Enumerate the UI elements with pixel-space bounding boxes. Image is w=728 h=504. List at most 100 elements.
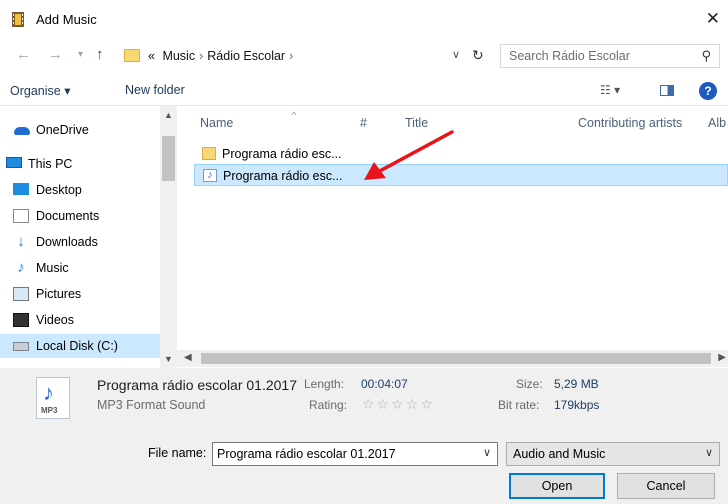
scroll-left-icon[interactable]: ◀ xyxy=(184,352,192,363)
nav-item-label: Music xyxy=(36,261,69,275)
address-bar[interactable]: « Music › Rádio Escolar › ∨ ↻ xyxy=(121,44,493,68)
pc-icon xyxy=(6,157,22,168)
column-header-artists[interactable]: Contributing artists xyxy=(578,116,682,130)
file-type-select[interactable]: Audio and Music ∨ xyxy=(506,442,720,466)
title-bar: Add Music ✕ xyxy=(0,0,728,38)
breadcrumb[interactable]: « Music › Rádio Escolar › xyxy=(148,49,297,63)
pictures-icon xyxy=(13,287,29,301)
new-folder-button[interactable]: New folder xyxy=(125,83,185,97)
file-name-value[interactable]: Programa rádio escolar 01.2017 xyxy=(217,447,396,461)
breadcrumb-music[interactable]: Music xyxy=(162,49,195,63)
recent-locations-icon[interactable]: ▾ xyxy=(78,49,83,60)
audio-file-icon: ♪ xyxy=(203,169,217,182)
view-options-icon[interactable]: ☷ ▾ xyxy=(600,83,620,97)
dialog-footer: File name: Programa rádio escolar 01.201… xyxy=(0,430,728,504)
nav-item-label: Desktop xyxy=(36,183,82,197)
help-icon[interactable]: ? xyxy=(699,82,717,100)
search-icon[interactable]: ⚲ xyxy=(701,48,711,64)
breadcrumb-overflow[interactable]: « xyxy=(148,49,155,63)
size-label: Size: xyxy=(516,377,543,391)
nav-item-onedrive[interactable]: OneDrive xyxy=(0,118,160,142)
nav-item-label: Local Disk (C:) xyxy=(36,339,118,353)
disk-icon xyxy=(13,342,29,351)
nav-item-videos[interactable]: Videos xyxy=(0,308,160,332)
add-music-dialog: Add Music ✕ ← → ▾ ↑ « Music › Rádio Escola… xyxy=(0,0,728,504)
file-name: Programa rádio esc... xyxy=(223,169,343,183)
nav-item-label: Documents xyxy=(36,209,100,223)
music-note-icon: ♪ xyxy=(43,380,54,405)
onedrive-icon xyxy=(14,127,30,135)
file-type-value: Audio and Music xyxy=(513,447,606,461)
file-name: Programa rádio esc... xyxy=(222,147,342,161)
scroll-thumb[interactable] xyxy=(162,136,175,181)
back-icon[interactable]: ← xyxy=(16,46,31,63)
nav-item-label: OneDrive xyxy=(36,123,89,137)
chevron-right-icon: › xyxy=(199,49,204,63)
file-name-field[interactable]: Programa rádio escolar 01.2017 ∨ xyxy=(212,442,498,466)
nav-item-label: This PC xyxy=(28,157,73,171)
mp3-tag: MP3 xyxy=(41,406,58,415)
bitrate-value: 179kbps xyxy=(554,398,600,412)
length-value: 00:04:07 xyxy=(361,377,408,391)
close-icon[interactable]: ✕ xyxy=(706,9,720,29)
rating-label: Rating: xyxy=(309,398,348,412)
search-input[interactable]: Search Rádio Escolar ⚲ xyxy=(500,44,720,68)
cancel-button[interactable]: Cancel xyxy=(617,473,715,499)
annotation-arrow xyxy=(364,130,454,180)
details-pane: ♪ MP3 Programa rádio escolar 01.2017 MP3… xyxy=(0,368,728,430)
horizontal-scrollbar[interactable]: ◀ ▶ xyxy=(177,350,728,367)
file-row-folder[interactable]: Programa rádio esc... xyxy=(194,143,728,165)
scroll-down-icon[interactable]: ▼ xyxy=(164,354,173,364)
refresh-icon[interactable]: ↻ xyxy=(472,47,484,64)
chevron-down-icon[interactable]: ∨ xyxy=(452,48,460,61)
navigation-pane: OneDrive This PC Desktop Documents ↓ Dow… xyxy=(0,106,160,368)
nav-item-pictures[interactable]: Pictures xyxy=(0,282,160,306)
column-header-album[interactable]: Alb xyxy=(708,116,726,130)
folder-icon xyxy=(124,49,140,62)
nav-item-this-pc[interactable]: This PC xyxy=(0,152,160,176)
organise-button[interactable]: Organise ▾ xyxy=(10,83,70,98)
nav-item-downloads[interactable]: ↓ Downloads xyxy=(0,230,160,254)
scroll-right-icon[interactable]: ▶ xyxy=(718,352,726,363)
bitrate-label: Bit rate: xyxy=(498,398,540,412)
breadcrumb-radio-escolar[interactable]: Rádio Escolar xyxy=(207,49,285,63)
chevron-down-icon[interactable]: ∨ xyxy=(705,446,713,459)
size-value: 5,29 MB xyxy=(554,377,599,391)
details-file-name: Programa rádio escolar 01.2017 xyxy=(97,377,298,393)
nav-item-desktop[interactable]: Desktop xyxy=(0,178,160,202)
videos-icon xyxy=(13,313,29,327)
film-icon xyxy=(12,12,24,27)
file-name-label: File name: xyxy=(148,446,207,460)
rating-stars[interactable]: ☆☆☆☆☆ xyxy=(362,396,435,413)
nav-item-label: Videos xyxy=(36,313,74,327)
nav-scrollbar[interactable]: ▲ ▼ xyxy=(160,106,177,368)
scroll-up-icon[interactable]: ▲ xyxy=(164,110,173,120)
mp3-file-icon: ♪ MP3 xyxy=(36,377,70,419)
downloads-icon: ↓ xyxy=(17,233,25,250)
window-title: Add Music xyxy=(36,12,97,27)
scroll-thumb[interactable] xyxy=(201,353,711,364)
forward-icon[interactable]: → xyxy=(48,46,63,63)
chevron-down-icon[interactable]: ∨ xyxy=(483,446,491,459)
folder-icon xyxy=(202,147,216,160)
search-placeholder: Search Rádio Escolar xyxy=(509,49,630,63)
chevron-right-icon: › xyxy=(289,49,294,63)
file-row-mp3[interactable]: ♪ Programa rádio esc... xyxy=(194,164,728,186)
nav-item-label: Pictures xyxy=(36,287,82,301)
length-label: Length: xyxy=(304,377,345,391)
sort-caret-icon: ^ xyxy=(292,110,297,120)
column-header-name[interactable]: ^ Name xyxy=(200,110,296,130)
preview-pane-icon[interactable] xyxy=(660,85,674,96)
nav-item-label: Downloads xyxy=(36,235,98,249)
nav-item-music[interactable]: ♪ Music xyxy=(0,256,160,280)
documents-icon xyxy=(13,209,29,223)
nav-item-documents[interactable]: Documents xyxy=(0,204,160,228)
nav-item-local-disk[interactable]: Local Disk (C:) xyxy=(0,334,160,358)
open-button[interactable]: Open xyxy=(509,473,605,499)
desktop-icon xyxy=(13,183,29,195)
address-row: ← → ▾ ↑ « Music › Rádio Escolar › ∨ ↻ Searc… xyxy=(0,40,728,70)
toolbar: Organise ▾ New folder ☷ ▾ ? xyxy=(0,78,728,106)
music-icon: ♪ xyxy=(17,259,25,276)
details-file-type: MP3 Format Sound xyxy=(97,398,206,412)
up-icon[interactable]: ↑ xyxy=(96,46,104,63)
